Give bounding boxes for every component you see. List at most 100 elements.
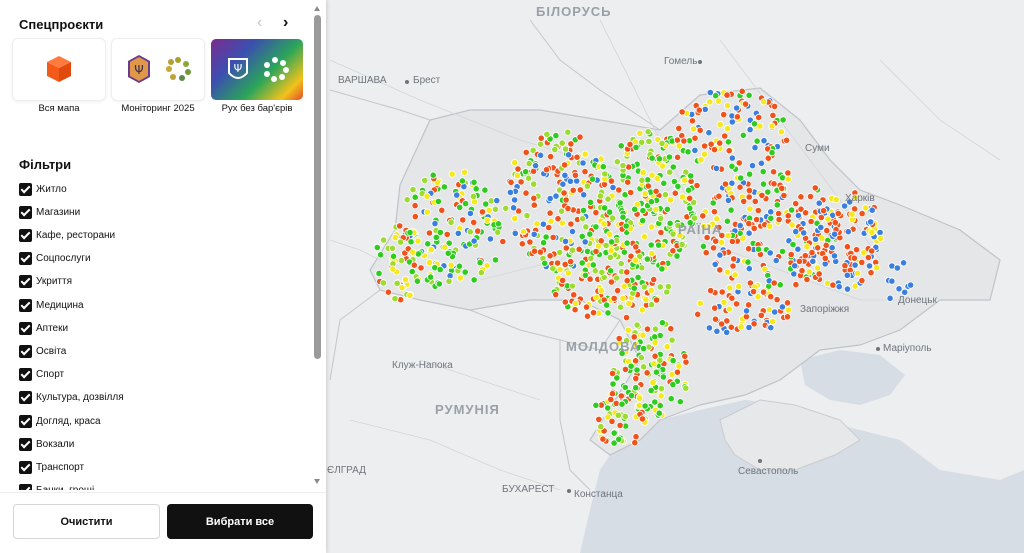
filter-label: Банки, гроші bbox=[36, 485, 94, 490]
filter-row[interactable]: Освіта bbox=[19, 343, 66, 359]
location-marker bbox=[711, 304, 719, 312]
filter-checkbox[interactable] bbox=[19, 344, 32, 358]
location-marker bbox=[748, 162, 757, 170]
filter-row[interactable]: Медицина bbox=[19, 297, 84, 313]
card-barrier-free[interactable]: Ψ bbox=[211, 39, 303, 100]
location-marker bbox=[684, 148, 692, 156]
chevron-right-icon[interactable]: › bbox=[283, 14, 297, 32]
location-marker bbox=[673, 368, 682, 376]
location-marker bbox=[732, 104, 741, 112]
location-marker bbox=[608, 417, 616, 425]
filter-row[interactable]: Кафе, ресторани bbox=[19, 227, 115, 243]
location-marker bbox=[767, 214, 775, 222]
filter-checkbox[interactable] bbox=[19, 414, 32, 428]
scroll-down-arrow-icon[interactable] bbox=[314, 479, 320, 484]
filter-checkbox[interactable] bbox=[19, 205, 32, 219]
filter-checkbox[interactable] bbox=[19, 182, 32, 196]
location-marker bbox=[829, 281, 837, 289]
location-marker bbox=[767, 208, 775, 216]
location-marker bbox=[745, 220, 753, 228]
filter-checkbox[interactable] bbox=[19, 437, 32, 451]
location-marker bbox=[396, 222, 404, 230]
location-marker bbox=[615, 435, 623, 443]
location-marker bbox=[438, 206, 446, 214]
location-marker bbox=[549, 233, 557, 241]
location-marker bbox=[445, 277, 453, 285]
location-marker bbox=[626, 140, 634, 148]
location-marker bbox=[750, 224, 758, 232]
location-marker bbox=[564, 128, 572, 136]
filter-checkbox[interactable] bbox=[19, 252, 32, 266]
card-all-map[interactable] bbox=[13, 39, 105, 100]
location-marker bbox=[817, 223, 825, 231]
filter-row[interactable]: Житло bbox=[19, 181, 67, 197]
card-monitoring-2025[interactable]: Ψ bbox=[112, 39, 204, 100]
filter-checkbox[interactable] bbox=[19, 228, 32, 242]
location-marker bbox=[895, 285, 903, 293]
location-marker bbox=[696, 126, 704, 134]
scroll-thumb[interactable] bbox=[314, 15, 321, 359]
label-zaporizhzhia: Запоріжжя bbox=[800, 304, 850, 315]
location-marker bbox=[800, 229, 808, 237]
location-marker bbox=[795, 257, 804, 265]
location-marker bbox=[834, 209, 842, 218]
location-marker bbox=[606, 267, 615, 275]
filter-row[interactable]: Соцпослуги bbox=[19, 251, 91, 267]
panel-scrollbar[interactable] bbox=[313, 6, 322, 484]
location-marker bbox=[759, 180, 768, 188]
location-marker bbox=[578, 259, 586, 267]
location-marker bbox=[701, 105, 709, 114]
location-marker bbox=[519, 228, 528, 236]
filter-label: Аптеки bbox=[36, 322, 69, 334]
filter-checkbox[interactable] bbox=[19, 275, 32, 289]
filter-row[interactable]: Магазини bbox=[19, 204, 80, 220]
chevron-left-icon[interactable]: ‹ bbox=[257, 14, 271, 32]
panel-scroll-area[interactable]: Спецпроєкти ‹ › Вся мапа Ψ Моніторинг 20… bbox=[0, 0, 312, 490]
location-marker bbox=[610, 429, 618, 437]
location-marker bbox=[470, 218, 478, 226]
location-marker bbox=[814, 244, 822, 252]
location-marker bbox=[736, 183, 744, 191]
location-marker bbox=[613, 286, 622, 295]
filter-checkbox[interactable] bbox=[19, 460, 32, 474]
location-marker bbox=[712, 237, 720, 245]
location-marker bbox=[511, 214, 519, 223]
label-moldova: МОЛДОВА bbox=[566, 339, 641, 354]
location-marker bbox=[760, 137, 768, 145]
filter-checkbox[interactable] bbox=[19, 391, 32, 405]
location-marker bbox=[741, 100, 750, 108]
location-marker bbox=[636, 129, 644, 137]
filter-row[interactable]: Догляд, краса bbox=[19, 413, 101, 429]
location-marker bbox=[573, 153, 581, 161]
location-marker bbox=[720, 298, 728, 306]
location-marker bbox=[764, 188, 772, 196]
filter-checkbox[interactable] bbox=[19, 321, 32, 335]
clear-button[interactable]: Очистити bbox=[13, 504, 160, 539]
select-all-button[interactable]: Вибрати все bbox=[167, 504, 313, 539]
location-marker bbox=[700, 150, 709, 158]
filter-row[interactable]: Транспорт bbox=[19, 459, 84, 475]
label-gomel: Гомель bbox=[664, 56, 698, 67]
filter-row[interactable]: Вокзали bbox=[19, 436, 74, 452]
svg-text:Ψ: Ψ bbox=[234, 62, 243, 75]
filter-row[interactable]: Укриття bbox=[19, 274, 72, 290]
location-marker bbox=[607, 238, 616, 246]
location-marker bbox=[502, 204, 510, 212]
filter-row[interactable]: Банки, гроші bbox=[19, 483, 94, 490]
scroll-up-arrow-icon[interactable] bbox=[314, 6, 320, 11]
location-marker bbox=[581, 238, 589, 246]
filter-checkbox[interactable] bbox=[19, 368, 32, 382]
location-marker bbox=[888, 277, 896, 285]
location-marker bbox=[474, 227, 482, 235]
location-marker bbox=[583, 182, 592, 190]
location-marker bbox=[623, 268, 631, 276]
location-marker bbox=[518, 240, 526, 248]
filter-checkbox[interactable] bbox=[19, 484, 32, 490]
location-marker bbox=[797, 193, 805, 201]
filter-checkbox[interactable] bbox=[19, 298, 32, 312]
location-marker bbox=[542, 166, 551, 174]
filter-row[interactable]: Аптеки bbox=[19, 320, 68, 336]
location-marker bbox=[752, 216, 761, 224]
filter-row[interactable]: Культура, дозвілля bbox=[19, 390, 124, 406]
filter-row[interactable]: Спорт bbox=[19, 367, 64, 383]
